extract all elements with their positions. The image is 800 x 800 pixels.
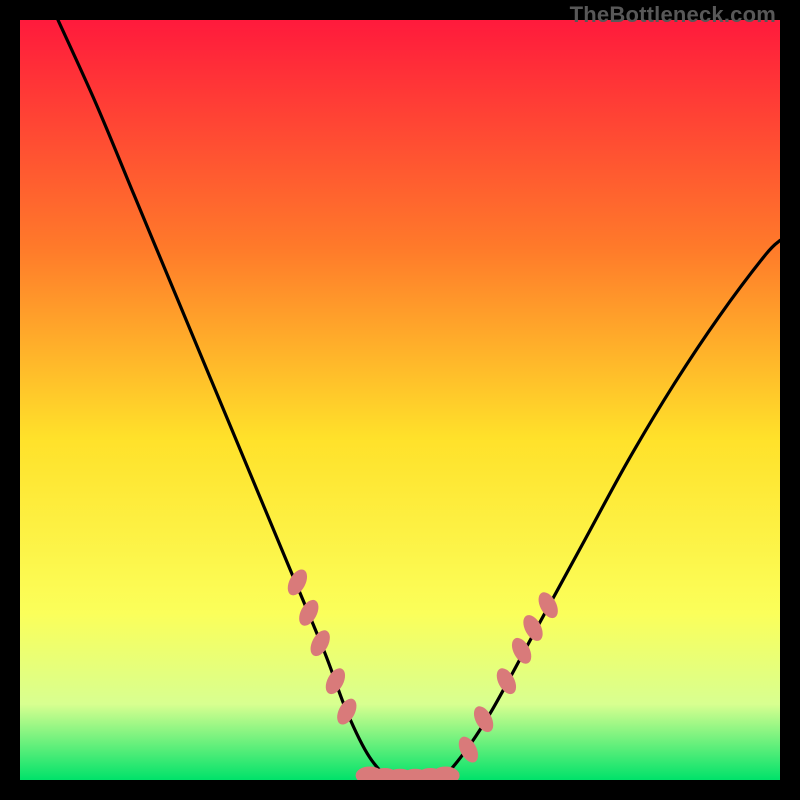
- gradient-background: [20, 20, 780, 780]
- plot-area: [20, 20, 780, 780]
- chart-frame: { "watermark": "TheBottleneck.com", "col…: [0, 0, 800, 800]
- chart-svg: [20, 20, 780, 780]
- watermark-text: TheBottleneck.com: [570, 2, 776, 28]
